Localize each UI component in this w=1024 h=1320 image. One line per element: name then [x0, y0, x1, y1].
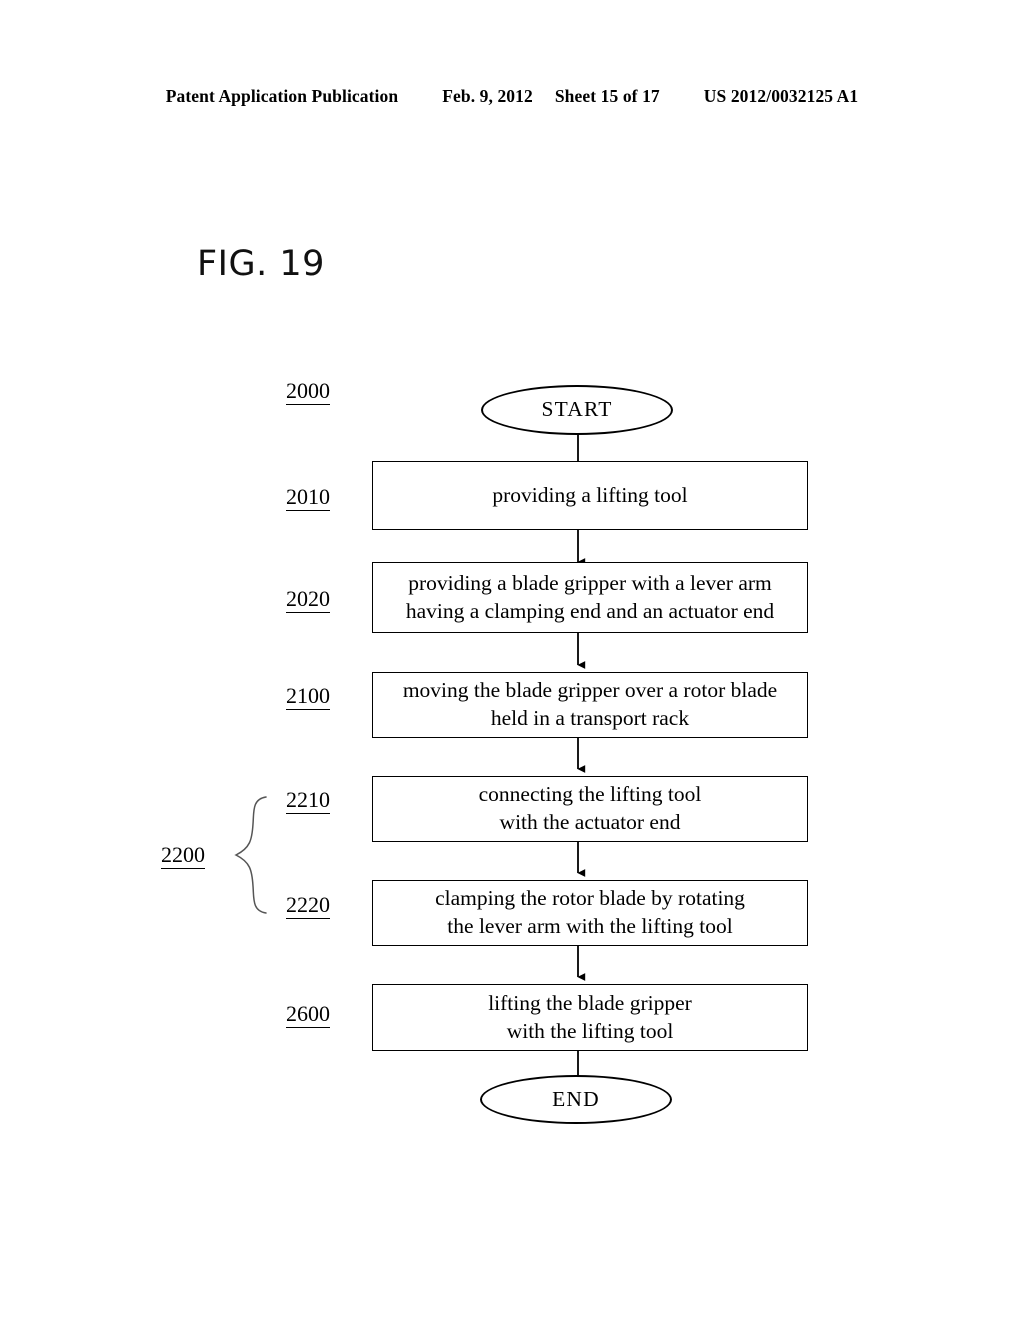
flow-node-2100: moving the blade gripper over a rotor bl… — [372, 672, 808, 738]
flow-node-2020-label: providing a blade gripper with a lever a… — [405, 570, 775, 623]
flow-node-2210-label: connecting the lifting tool with the act… — [478, 782, 702, 834]
ref-number-2200: 2200 — [161, 842, 205, 869]
ref-number-2100: 2100 — [286, 683, 330, 710]
flow-node-2600-label: lifting the blade gripper with the lifti… — [488, 990, 692, 1043]
ref-number-2210: 2210 — [286, 787, 330, 814]
ref-number-2000: 2000 — [286, 378, 330, 405]
flow-node-2600: lifting the blade gripper with the lifti… — [372, 984, 808, 1051]
flow-node-2100-label: moving the blade gripper over a rotor bl… — [402, 678, 778, 730]
ref-number-2010: 2010 — [286, 484, 330, 511]
ref-number-2600: 2600 — [286, 1001, 330, 1028]
flow-node-2010: providing a lifting tool — [372, 461, 808, 530]
ref-number-2020: 2020 — [286, 586, 330, 613]
flow-node-end: END — [480, 1075, 672, 1124]
flow-node-2220-label: clamping the rotor blade by rotating the… — [435, 886, 745, 938]
flow-node-2220: clamping the rotor blade by rotating the… — [372, 880, 808, 946]
flowchart-diagram: START 2000 providing a lifting tool 2010… — [0, 0, 1024, 1320]
flow-node-2210: connecting the lifting tool with the act… — [372, 776, 808, 842]
flowchart-connectors — [234, 434, 586, 1077]
flow-node-end-label: END — [552, 1086, 600, 1111]
ref-number-2220: 2220 — [286, 892, 330, 919]
flow-node-start: START — [481, 385, 673, 435]
flow-node-2010-label: providing a lifting tool — [492, 482, 688, 507]
flow-node-2020: providing a blade gripper with a lever a… — [372, 562, 808, 633]
flow-node-start-label: START — [541, 397, 613, 422]
